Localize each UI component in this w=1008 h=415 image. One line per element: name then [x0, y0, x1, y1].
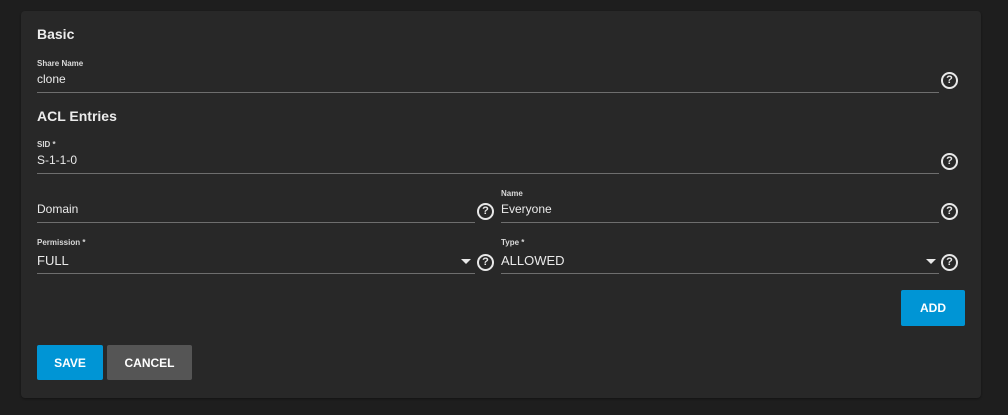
share-name-field[interactable]: Share Name clone — [37, 59, 939, 93]
permission-dropdown-caret-icon[interactable] — [461, 259, 471, 264]
name-label: Name — [501, 189, 523, 198]
share-acl-form-card: Basic Share Name clone ? ACL Entries SID… — [21, 11, 981, 398]
permission-help-icon[interactable]: ? — [477, 254, 494, 271]
domain-field[interactable]: Domain — [37, 189, 475, 223]
domain-underline — [37, 222, 475, 223]
sid-field[interactable]: SID * S-1-1-0 — [37, 140, 939, 174]
permission-value[interactable]: FULL — [37, 253, 69, 268]
permission-select[interactable]: Permission * FULL — [37, 238, 475, 274]
type-dropdown-caret-icon[interactable] — [926, 259, 936, 264]
sid-value[interactable]: S-1-1-0 — [37, 153, 77, 167]
permission-label: Permission * — [37, 238, 86, 247]
type-help-icon[interactable]: ? — [941, 254, 958, 271]
save-button[interactable]: SAVE — [37, 345, 103, 380]
section-title-basic: Basic — [37, 26, 75, 42]
type-underline — [501, 273, 939, 274]
name-value[interactable]: Everyone — [501, 202, 552, 216]
cancel-button[interactable]: CANCEL — [107, 345, 192, 380]
share-name-label: Share Name — [37, 59, 84, 68]
section-title-acl-entries: ACL Entries — [37, 108, 117, 124]
sid-help-icon[interactable]: ? — [941, 153, 958, 170]
add-acl-entry-button[interactable]: ADD — [901, 290, 965, 326]
domain-help-icon[interactable]: ? — [477, 203, 494, 220]
type-select[interactable]: Type * ALLOWED — [501, 238, 939, 274]
name-field[interactable]: Name Everyone — [501, 189, 939, 223]
name-underline — [501, 222, 939, 223]
name-help-icon[interactable]: ? — [941, 203, 958, 220]
type-value[interactable]: ALLOWED — [501, 253, 565, 268]
share-name-help-icon[interactable]: ? — [941, 72, 958, 89]
permission-underline — [37, 273, 475, 274]
sid-underline — [37, 173, 939, 174]
domain-value[interactable]: Domain — [37, 202, 78, 216]
type-label: Type * — [501, 238, 525, 247]
sid-label: SID * — [37, 140, 56, 149]
share-name-value[interactable]: clone — [37, 72, 66, 86]
share-name-underline — [37, 92, 939, 93]
